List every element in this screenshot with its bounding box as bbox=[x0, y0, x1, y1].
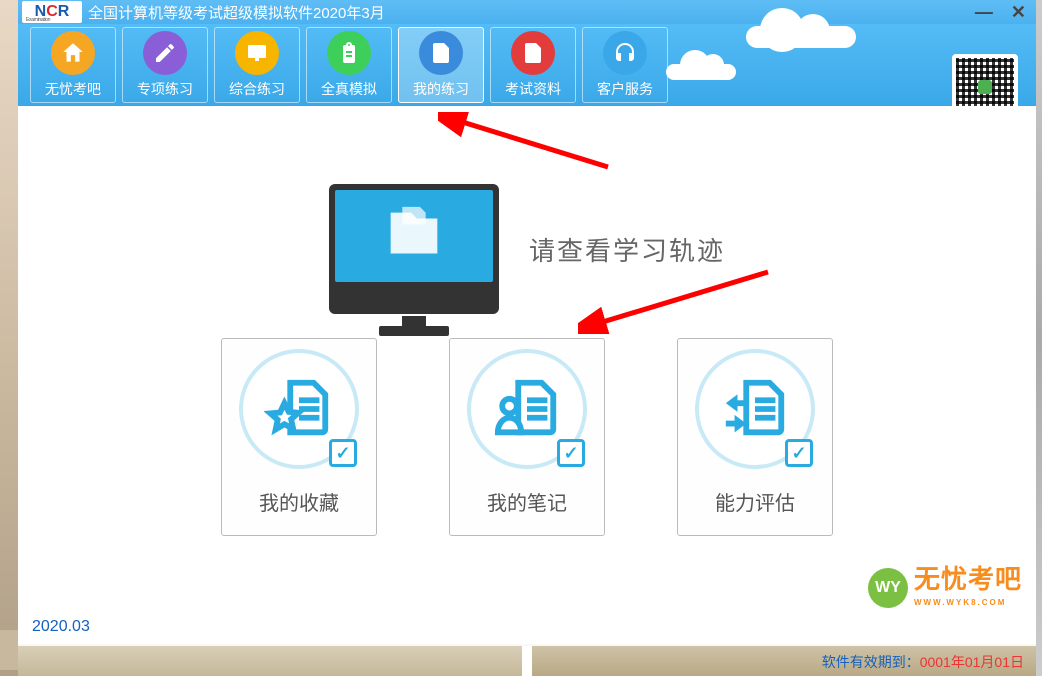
toolbar-label: 我的练习 bbox=[413, 79, 469, 99]
card-my-favorites[interactable]: ✓ 我的收藏 bbox=[221, 338, 377, 536]
toolbar-label: 综合练习 bbox=[229, 79, 285, 99]
headset-icon bbox=[603, 31, 647, 75]
toolbar-comprehensive-practice[interactable]: 综合练习 bbox=[214, 27, 300, 103]
brand-site: WWW.WYK8.COM bbox=[914, 598, 1006, 607]
brand-badge-icon: WY bbox=[868, 568, 908, 608]
toolbar-home[interactable]: 无忧考吧 bbox=[30, 27, 116, 103]
left-background-strip bbox=[0, 0, 18, 676]
card-label: 能力评估 bbox=[715, 487, 795, 516]
toolbar-label: 全真模拟 bbox=[321, 79, 377, 99]
minimize-button[interactable]: — bbox=[975, 2, 993, 23]
toolbar-label: 专项练习 bbox=[137, 79, 193, 99]
main-toolbar: 无忧考吧 专项练习 综合练习 全真模拟 我的练习 考试资料 客户服务 bbox=[18, 24, 1036, 106]
check-icon: ✓ bbox=[329, 439, 357, 467]
content-area: 请查看学习轨迹 ✓ 我的收藏 ✓ bbox=[18, 106, 1036, 644]
logo-subtext: Examination bbox=[26, 18, 50, 23]
cloud-decoration bbox=[746, 26, 856, 48]
toolbar-customer-service[interactable]: 客户服务 bbox=[582, 27, 668, 103]
check-icon: ✓ bbox=[785, 439, 813, 467]
star-document-icon: ✓ bbox=[239, 349, 359, 469]
person-document-icon: ✓ bbox=[467, 349, 587, 469]
app-logo: NCR Examination bbox=[22, 1, 82, 23]
annotation-arrow bbox=[438, 112, 618, 172]
document-list-icon bbox=[419, 31, 463, 75]
validity-text: 软件有效期到：0001年01月01日 bbox=[822, 652, 1024, 672]
toolbar-my-practice[interactable]: 我的练习 bbox=[398, 27, 484, 103]
monitor-icon bbox=[329, 184, 499, 314]
brand-name: 无忧考吧 bbox=[914, 566, 1022, 592]
cloud-decoration bbox=[666, 64, 736, 80]
toolbar-special-practice[interactable]: 专项练习 bbox=[122, 27, 208, 103]
toolbar-exam-materials[interactable]: 考试资料 bbox=[490, 27, 576, 103]
card-my-notes[interactable]: ✓ 我的笔记 bbox=[449, 338, 605, 536]
card-label: 我的收藏 bbox=[259, 487, 339, 516]
document-badge-icon bbox=[511, 31, 555, 75]
brand-logo: WY 无忧考吧 WWW.WYK8.COM bbox=[868, 566, 1022, 610]
card-label: 我的笔记 bbox=[487, 487, 567, 516]
version-text: 2020.03 bbox=[32, 618, 90, 636]
toolbar-label: 客户服务 bbox=[597, 79, 653, 99]
app-title: 全国计算机等级考试超级模拟软件2020年3月 bbox=[88, 2, 385, 23]
close-button[interactable]: ✕ bbox=[1011, 2, 1026, 23]
home-icon bbox=[51, 31, 95, 75]
toolbar-label: 考试资料 bbox=[505, 79, 561, 99]
title-bar: NCR Examination 全国计算机等级考试超级模拟软件2020年3月 —… bbox=[18, 0, 1036, 24]
pencil-icon bbox=[143, 31, 187, 75]
card-row: ✓ 我的收藏 ✓ 我的笔记 bbox=[221, 338, 833, 536]
annotation-arrow bbox=[578, 264, 778, 334]
banner-text: 请查看学习轨迹 bbox=[529, 231, 725, 268]
check-icon: ✓ bbox=[557, 439, 585, 467]
toolbar-real-simulation[interactable]: 全真模拟 bbox=[306, 27, 392, 103]
card-ability-assessment[interactable]: ✓ 能力评估 bbox=[677, 338, 833, 536]
toolbar-label: 无忧考吧 bbox=[45, 79, 101, 99]
board-icon bbox=[235, 31, 279, 75]
arrows-document-icon: ✓ bbox=[695, 349, 815, 469]
right-background-strip bbox=[1036, 0, 1042, 676]
clipboard-icon bbox=[327, 31, 371, 75]
